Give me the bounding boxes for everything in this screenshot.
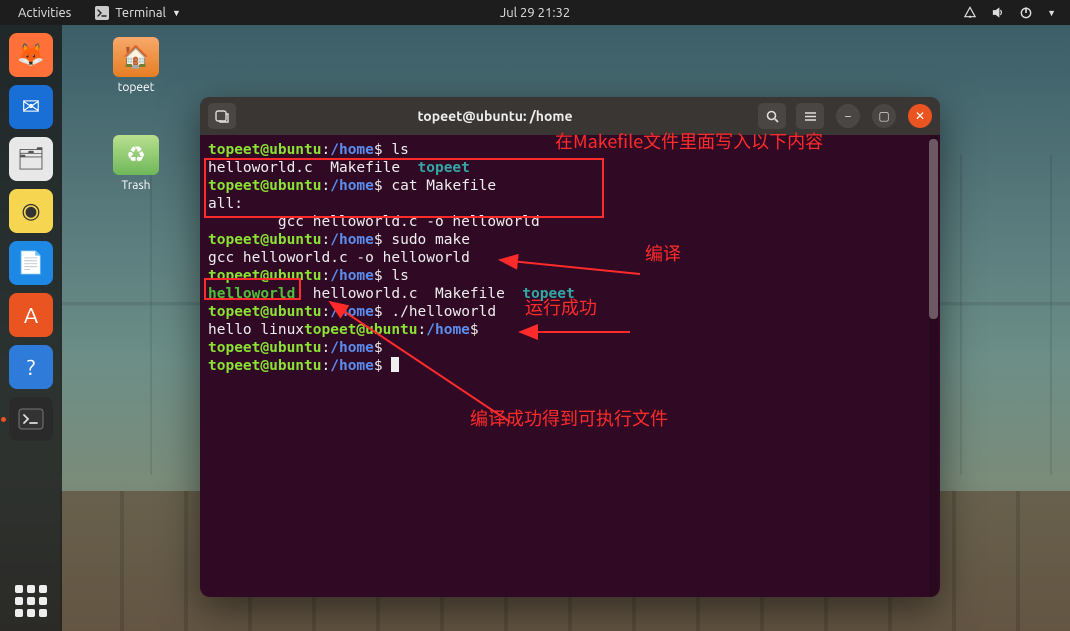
- close-button[interactable]: ✕: [908, 104, 932, 128]
- maximize-button[interactable]: ▢: [872, 104, 896, 128]
- scrollbar[interactable]: [929, 135, 938, 597]
- activities-button[interactable]: Activities: [10, 4, 79, 22]
- dock-files[interactable]: 🗂: [9, 137, 53, 181]
- dock-software[interactable]: A: [9, 293, 53, 337]
- dock-thunderbird[interactable]: ✉: [9, 85, 53, 129]
- terminal-headerbar: topeet@ubuntu: /home – ▢ ✕: [200, 97, 940, 135]
- app-menu[interactable]: Terminal ▼: [87, 4, 189, 22]
- app-menu-label: Terminal: [115, 6, 166, 20]
- network-icon[interactable]: [963, 6, 977, 20]
- dock-terminal[interactable]: [9, 397, 53, 441]
- clock[interactable]: Jul 29 21:32: [500, 6, 570, 20]
- terminal-window: topeet@ubuntu: /home – ▢ ✕ topeet@ubuntu…: [200, 97, 940, 597]
- desktop-icon-label: topeet: [100, 81, 172, 94]
- chevron-down-icon: ▼: [172, 8, 181, 18]
- dock: 🦊 ✉ 🗂 ◉ 📄 A ?: [0, 25, 62, 631]
- chevron-down-icon[interactable]: ▼: [1047, 8, 1056, 18]
- scrollbar-thumb[interactable]: [929, 139, 938, 319]
- dock-rhythmbox[interactable]: ◉: [9, 189, 53, 233]
- minimize-button[interactable]: –: [836, 104, 860, 128]
- trash-icon: ♻: [113, 135, 159, 175]
- window-title: topeet@ubuntu: /home: [242, 108, 748, 124]
- desktop: 🦊 ✉ 🗂 ◉ 📄 A ? 🏠 topeet ♻ Trash topeet@ub…: [0, 25, 1070, 631]
- power-icon[interactable]: [1019, 6, 1033, 20]
- new-tab-button[interactable]: [208, 103, 236, 129]
- search-button[interactable]: [758, 103, 786, 129]
- dock-firefox[interactable]: 🦊: [9, 33, 53, 77]
- desktop-icon-label: Trash: [100, 179, 172, 192]
- folder-icon: 🏠: [113, 37, 159, 77]
- desktop-trash[interactable]: ♻ Trash: [100, 135, 172, 192]
- cursor: [391, 357, 399, 372]
- terminal-body[interactable]: topeet@ubuntu:/home$ ls helloworld.c Mak…: [200, 135, 940, 597]
- hamburger-menu-button[interactable]: [796, 103, 824, 129]
- volume-icon[interactable]: [991, 6, 1005, 20]
- terminal-icon: [95, 6, 109, 20]
- dock-writer[interactable]: 📄: [9, 241, 53, 285]
- dock-help[interactable]: ?: [9, 345, 53, 389]
- gnome-topbar: Activities Terminal ▼ Jul 29 21:32 ▼: [0, 0, 1070, 25]
- desktop-folder-topeet[interactable]: 🏠 topeet: [100, 37, 172, 94]
- show-applications[interactable]: [9, 579, 53, 623]
